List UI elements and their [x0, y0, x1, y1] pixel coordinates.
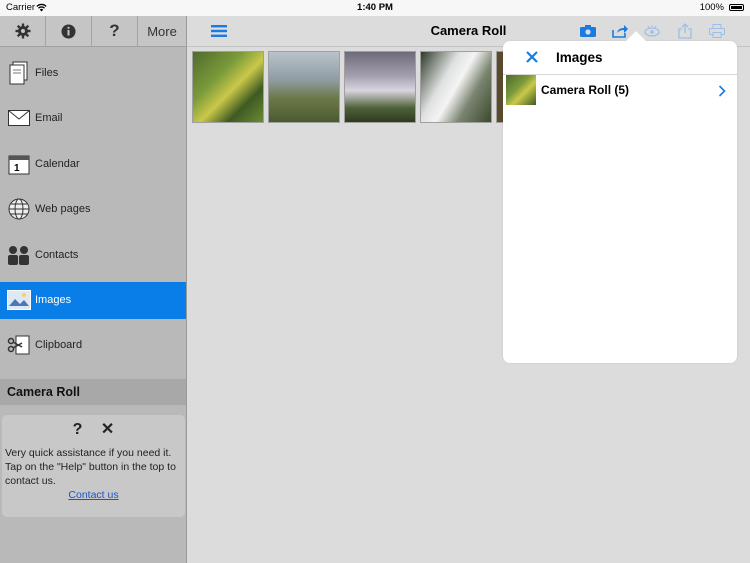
sidebar-nav: Files Email 1 Calendar Web pages Contact… — [0, 50, 186, 368]
settings-button[interactable] — [0, 16, 46, 46]
info-button[interactable] — [46, 16, 92, 46]
photo-thumbnail[interactable] — [344, 51, 416, 123]
globe-icon — [6, 196, 32, 222]
status-bar: Carrier 1:40 PM 100% — [0, 0, 750, 16]
sidebar-item-label: Clipboard — [35, 339, 83, 352]
files-icon — [6, 60, 32, 86]
export-button[interactable] — [675, 21, 695, 41]
sidebar-item-calendar[interactable]: 1 Calendar — [0, 141, 186, 187]
more-label: More — [147, 23, 177, 39]
clock: 1:40 PM — [357, 2, 393, 13]
chevron-right-icon — [718, 85, 726, 97]
photo-thumbnail[interactable] — [192, 51, 264, 123]
upload-icon — [678, 23, 692, 39]
help-text: Very quick assistance if you need it. Ta… — [5, 447, 176, 487]
camera-icon — [580, 25, 596, 37]
sidebar-item-label: Email — [35, 112, 63, 125]
images-popover: Images Camera Roll (5) — [503, 31, 737, 363]
image-icon — [6, 287, 32, 313]
sidebar-item-web-pages[interactable]: Web pages — [0, 187, 186, 233]
share-icon — [612, 25, 628, 38]
sidebar-item-clipboard[interactable]: Clipboard — [0, 323, 186, 369]
envelope-icon — [6, 105, 32, 131]
popover-header: Images — [503, 41, 737, 75]
help-button[interactable]: ? — [92, 16, 138, 46]
sidebar: ? More Files Email 1 Calendar Web pages … — [0, 16, 187, 563]
album-row-camera-roll[interactable]: Camera Roll (5) — [503, 74, 737, 106]
section-title: Camera Roll — [0, 379, 186, 405]
close-icon[interactable] — [524, 49, 540, 65]
sidebar-toolbar: ? More — [0, 16, 186, 47]
battery-percent: 100% — [699, 2, 724, 13]
sidebar-item-label: Contacts — [35, 248, 79, 261]
camera-button[interactable] — [578, 21, 598, 41]
sidebar-item-label: Calendar — [35, 157, 80, 170]
sidebar-item-label: Files — [35, 66, 59, 79]
help-box-icons: ? ✕ — [2, 419, 185, 439]
battery-icon — [729, 4, 744, 11]
question-icon: ? — [109, 21, 120, 40]
sidebar-item-label: Web pages — [35, 203, 91, 216]
question-icon[interactable]: ? — [73, 421, 83, 438]
photo-thumbnail[interactable] — [420, 51, 492, 123]
eye-icon — [644, 25, 660, 37]
album-thumbnail — [506, 75, 536, 105]
gear-icon — [15, 23, 30, 39]
contact-us-link[interactable]: Contact us — [2, 489, 185, 501]
help-box: ? ✕ Very quick assistance if you need it… — [2, 415, 185, 517]
close-icon[interactable]: ✕ — [101, 421, 114, 438]
print-button[interactable] — [707, 21, 727, 41]
more-button[interactable]: More — [138, 16, 186, 46]
contacts-icon — [6, 242, 32, 268]
photo-thumbnail[interactable] — [268, 51, 340, 123]
sidebar-item-contacts[interactable]: Contacts — [0, 232, 186, 278]
view-button[interactable] — [642, 21, 662, 41]
info-icon — [61, 24, 76, 38]
svg-text:1: 1 — [14, 163, 20, 174]
sidebar-item-label: Images — [35, 294, 72, 306]
sidebar-item-images[interactable]: Images — [0, 281, 186, 319]
clipboard-icon — [6, 332, 32, 358]
sidebar-item-files[interactable]: Files — [0, 50, 186, 96]
album-label: Camera Roll (5) — [541, 83, 630, 97]
popover-title: Images — [556, 50, 603, 65]
share-button[interactable] — [610, 21, 630, 41]
sidebar-item-email[interactable]: Email — [0, 96, 186, 142]
calendar-icon: 1 — [6, 151, 32, 177]
printer-icon — [709, 24, 725, 38]
